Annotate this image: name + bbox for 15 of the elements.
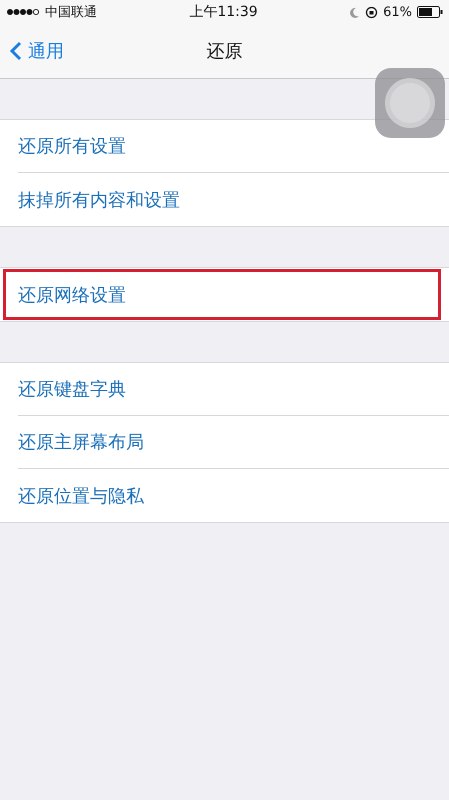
carrier-name: 中国联通 [45,4,97,21]
settings-item[interactable]: 还原键盘字典 [18,363,449,416]
rotation-lock-icon [365,6,378,18]
status-time: 上午11:39 [189,3,258,21]
battery-percent: 61% [383,4,412,20]
chevron-left-icon [10,41,22,61]
settings-item[interactable]: 还原主屏幕布局 [18,416,449,469]
battery-icon [416,6,443,18]
signal-icon [6,8,40,16]
assistive-touch-button[interactable] [375,68,445,138]
back-button[interactable]: 通用 [0,39,64,63]
nav-title: 还原 [206,40,242,63]
settings-item[interactable]: 抹掉所有内容和设置 [18,173,449,226]
settings-item[interactable]: 还原位置与隐私 [18,469,449,522]
moon-icon [350,6,360,18]
